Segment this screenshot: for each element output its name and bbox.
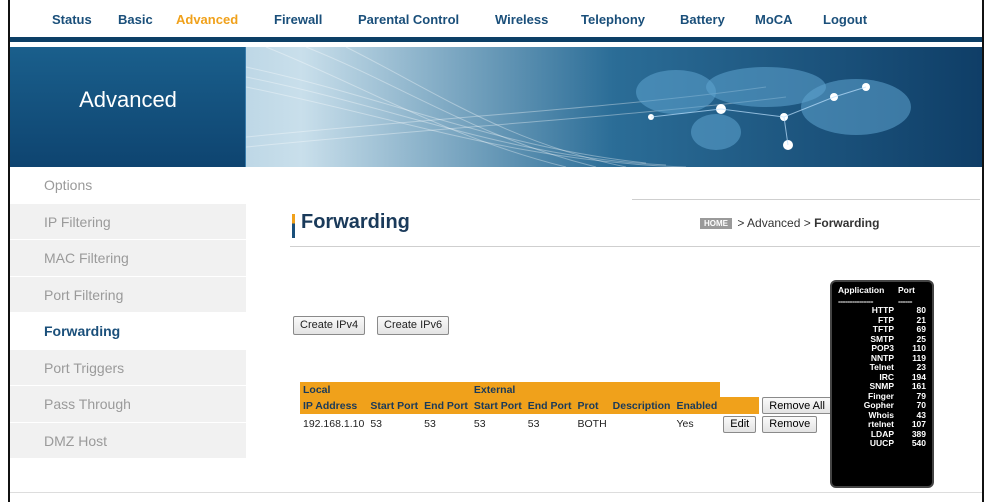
nav-firewall[interactable]: Firewall	[274, 12, 322, 27]
table-row: 192.168.1.10 53 53 53 53 BOTH Yes Edit R…	[300, 414, 841, 434]
cell-protocol: BOTH	[577, 418, 607, 430]
col-enabled: Enabled	[673, 397, 721, 414]
table-header-row: IP Address Start Port End Port Start Por…	[300, 397, 841, 414]
nav-basic[interactable]: Basic	[118, 12, 153, 27]
port-ref-header-port: Port	[898, 285, 915, 295]
cell-description	[610, 414, 674, 434]
cell-enabled: Yes	[676, 418, 694, 430]
cell-ip-address: 192.168.1.10	[303, 418, 365, 430]
local-group-header: Local	[300, 382, 471, 397]
router-admin-window: Status Basic Advanced Firewall Parental …	[8, 0, 984, 502]
sidebar-item-pass-through[interactable]: Pass Through	[10, 386, 246, 423]
remove-button[interactable]: Remove	[762, 415, 818, 433]
col-local-start-port: Start Port	[367, 397, 422, 414]
port-reference-table: Application Port --------------- ------ …	[838, 285, 926, 449]
nav-status[interactable]: Status	[52, 12, 92, 27]
sidebar-item-mac-filtering[interactable]: MAC Filtering	[10, 240, 246, 277]
nav-wireless[interactable]: Wireless	[495, 12, 548, 27]
sidebar-item-port-triggers[interactable]: Port Triggers	[10, 349, 246, 386]
nav-parental-control[interactable]: Parental Control	[358, 12, 459, 27]
header-divider	[290, 246, 980, 247]
breadcrumb-section: Advanced	[747, 216, 801, 230]
header-banner: Advanced	[10, 47, 982, 167]
breadcrumb-home-link[interactable]: HOME	[700, 218, 732, 229]
sidebar-item-port-filtering[interactable]: Port Filtering	[10, 276, 246, 313]
forwarding-table: Local External IP Address Start Port End…	[300, 382, 841, 434]
breadcrumb-current: Forwarding	[814, 216, 880, 230]
cell-ext-start-port: 53	[473, 418, 486, 430]
table-group-header-row: Local External	[300, 382, 841, 397]
edit-button[interactable]: Edit	[723, 415, 757, 433]
port-ref-row: UUCP 540	[869, 438, 926, 448]
header-divider-top	[632, 199, 980, 200]
nav-battery[interactable]: Battery	[680, 12, 725, 27]
world-map-graphic	[246, 47, 911, 167]
cell-local-end-port: 53	[424, 418, 436, 430]
col-description: Description	[609, 397, 674, 414]
footer-divider	[10, 492, 982, 493]
top-navigation: Status Basic Advanced Firewall Parental …	[10, 0, 982, 42]
nav-telephony[interactable]: Telephony	[581, 12, 645, 27]
breadcrumb-separator: >	[734, 216, 748, 230]
page-title: Forwarding	[301, 211, 410, 233]
cell-local-start-port: 53	[370, 418, 382, 430]
sidebar-item-dmz-host[interactable]: DMZ Host	[10, 422, 246, 459]
remove-all-button[interactable]: Remove All	[762, 397, 832, 414]
col-ext-end-port: End Port	[524, 397, 575, 414]
sidebar-item-forwarding[interactable]: Forwarding	[10, 313, 246, 350]
col-ip-address: IP Address	[300, 397, 368, 414]
port-reference-box: Application Port --------------- ------ …	[830, 280, 934, 488]
breadcrumb: HOME > Advanced > Forwarding	[700, 216, 879, 230]
banner-title: Advanced	[79, 87, 177, 112]
sidebar-item-ip-filtering[interactable]: IP Filtering	[10, 203, 246, 240]
external-group-header: External	[470, 382, 721, 397]
sidebar: Options IP Filtering MAC Filtering Port …	[10, 167, 246, 459]
port-ref-header-app: Application	[838, 285, 885, 295]
col-local-end-port: End Port	[421, 397, 471, 414]
breadcrumb-separator: >	[800, 216, 815, 230]
nav-advanced[interactable]: Advanced	[176, 12, 238, 27]
nav-logout[interactable]: Logout	[823, 12, 867, 27]
create-ipv4-button[interactable]: Create IPv4	[293, 316, 366, 335]
cell-ext-end-port: 53	[527, 418, 540, 430]
banner-title-box: Advanced	[10, 47, 246, 167]
col-ext-start-port: Start Port	[470, 397, 525, 414]
nav-moca[interactable]: MoCA	[755, 12, 793, 27]
title-accent-bar	[292, 214, 295, 238]
sidebar-item-options[interactable]: Options	[10, 167, 246, 204]
col-protocol: Prot	[574, 397, 610, 414]
create-ipv6-button[interactable]: Create IPv6	[377, 316, 450, 335]
